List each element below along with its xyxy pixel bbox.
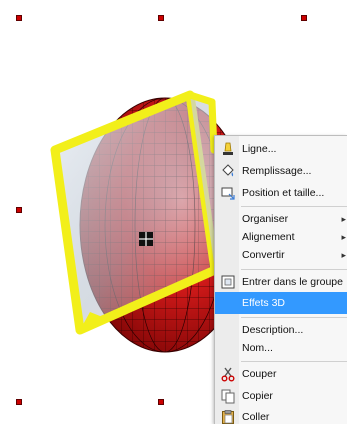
menu-item-ligne[interactable]: Ligne...	[215, 138, 347, 160]
menu-item-convertir[interactable]: Convertir ▸	[215, 244, 347, 266]
fill-icon	[222, 164, 234, 177]
selection-handle-bottom-left[interactable]	[16, 399, 22, 405]
selection-handle-top-right[interactable]	[301, 15, 307, 21]
enter-group-icon	[221, 275, 235, 289]
selection-handle-top-center[interactable]	[158, 15, 164, 21]
menu-separator	[241, 269, 347, 270]
menu-item-copier[interactable]: Copier	[215, 385, 347, 407]
rotation-center-icon[interactable]	[139, 232, 153, 246]
submenu-arrow-icon: ▸	[341, 250, 346, 260]
scissors-icon	[221, 367, 235, 382]
selection-handle-bottom-center[interactable]	[158, 399, 164, 405]
selection-handle-top-left[interactable]	[16, 15, 22, 21]
menu-separator	[241, 206, 347, 207]
line-icon	[223, 142, 233, 155]
menu-separator	[241, 317, 347, 318]
paste-icon	[222, 410, 234, 424]
menu-item-entrer-dans-le-groupe[interactable]: Entrer dans le groupe	[215, 271, 347, 293]
menu-separator	[241, 361, 347, 362]
menu-item-nom[interactable]: Nom...	[215, 337, 347, 359]
menu-item-effets-3d[interactable]: Effets 3D	[215, 292, 347, 314]
menu-item-remplissage[interactable]: Remplissage...	[215, 160, 347, 182]
selection-handle-middle-left[interactable]	[16, 207, 22, 213]
context-menu: Ligne... Remplissage... Position et tail…	[214, 135, 347, 424]
menu-item-coller[interactable]: Coller	[215, 406, 347, 424]
menu-item-position-et-taille[interactable]: Position et taille...	[215, 182, 347, 204]
position-size-icon	[221, 187, 235, 200]
menu-item-couper[interactable]: Couper	[215, 363, 347, 385]
copy-icon	[221, 389, 235, 404]
